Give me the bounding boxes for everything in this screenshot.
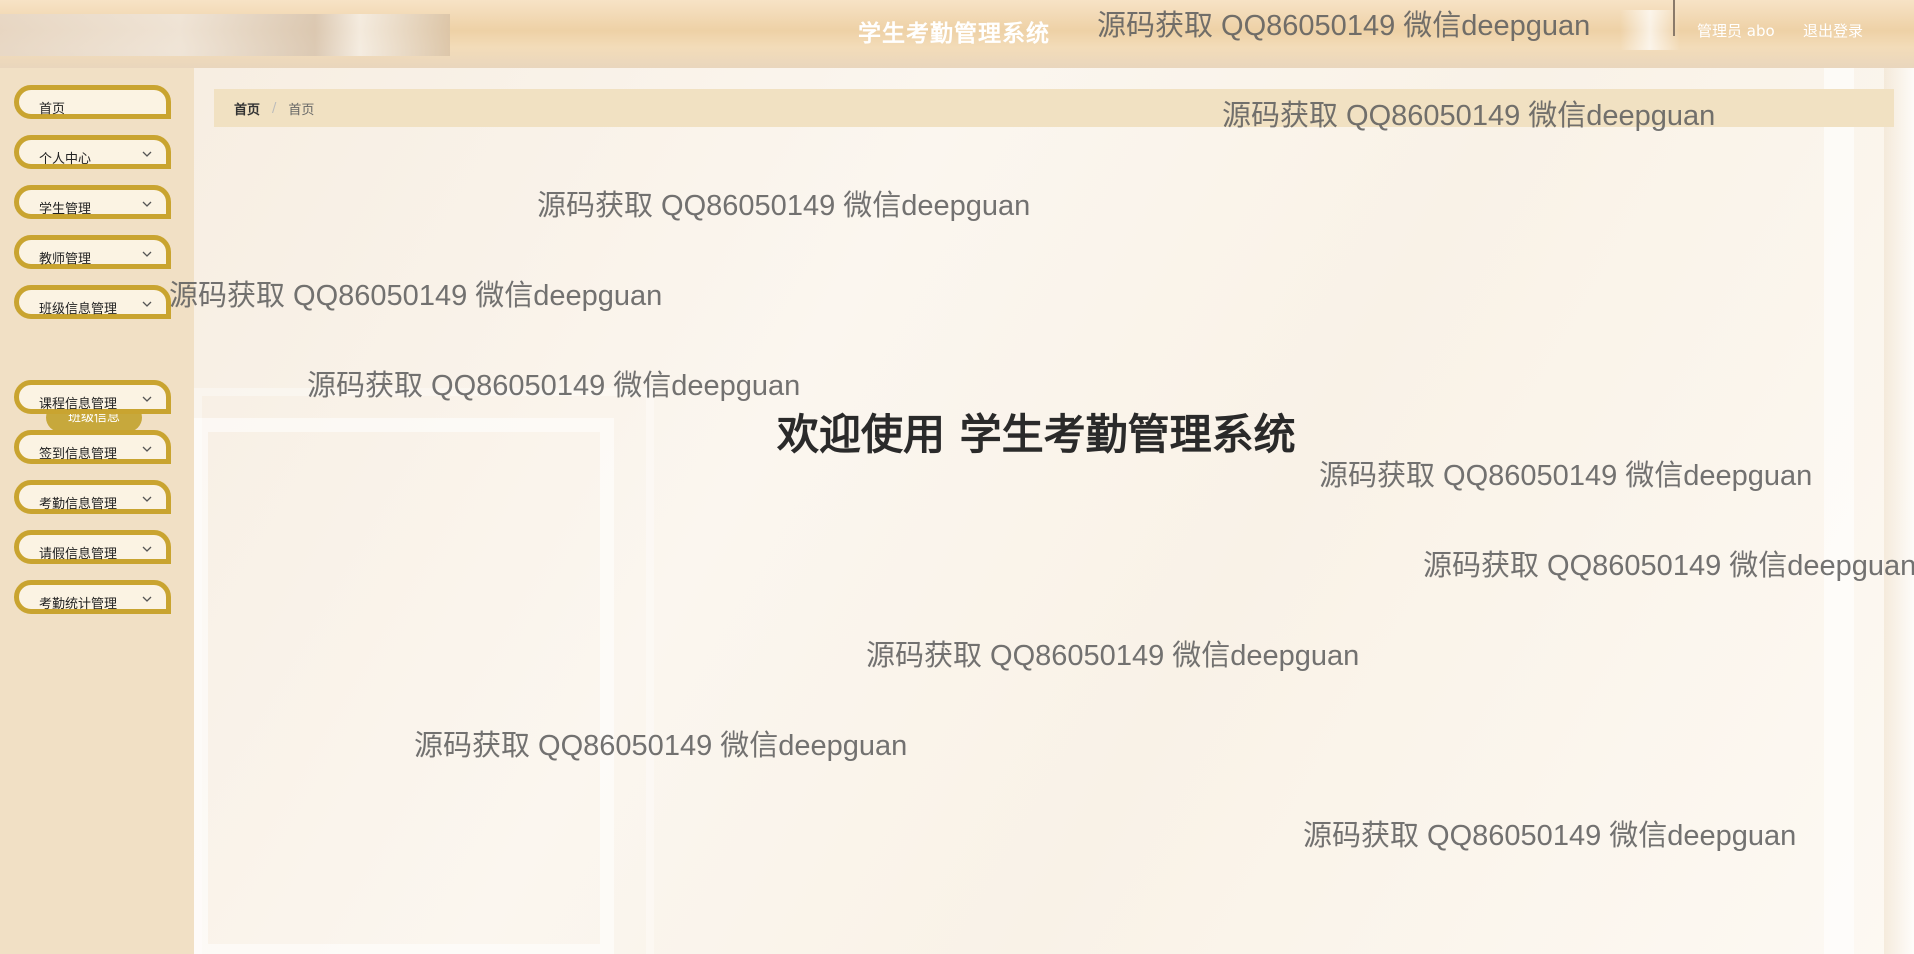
sidebar-item-label: 个人中心 bbox=[39, 152, 92, 167]
chevron-down-icon bbox=[142, 546, 152, 552]
sidebar-item-label: 请假信息管理 bbox=[39, 547, 118, 562]
sidebar-item-label: 签到信息管理 bbox=[39, 447, 118, 462]
sidebar-menu: 首页 个人中心 学生管理 教师管理 班级信息管理 班级信息 课程信息管理 签到信… bbox=[0, 68, 194, 954]
admin-user-label: 管理员 abo bbox=[1697, 22, 1775, 40]
sidebar-item-home[interactable]: 首页 bbox=[14, 85, 171, 119]
sidebar-item-student-management[interactable]: 学生管理 bbox=[14, 185, 171, 219]
breadcrumb-separator: / bbox=[272, 100, 277, 116]
sidebar-item-label: 教师管理 bbox=[39, 252, 92, 267]
chevron-down-icon bbox=[142, 151, 152, 157]
sidebar-item-label: 学生管理 bbox=[39, 202, 92, 217]
chevron-down-icon bbox=[142, 596, 152, 602]
sidebar-item-label: 考勤信息管理 bbox=[39, 497, 118, 512]
sidebar-item-label: 课程信息管理 bbox=[39, 397, 118, 412]
sidebar-item-label: 班级信息管理 bbox=[39, 302, 118, 317]
sidebar-item-course-management[interactable]: 课程信息管理 bbox=[14, 380, 171, 414]
sidebar-item-attendance-management[interactable]: 考勤信息管理 bbox=[14, 480, 171, 514]
sidebar-item-class-management[interactable]: 班级信息管理 bbox=[14, 285, 171, 319]
sidebar-item-teacher-management[interactable]: 教师管理 bbox=[14, 235, 171, 269]
chevron-down-icon bbox=[142, 201, 152, 207]
app-title: 学生考勤管理系统 bbox=[858, 21, 1050, 47]
sidebar-item-label: 考勤统计管理 bbox=[39, 597, 118, 612]
chevron-down-icon bbox=[142, 251, 152, 257]
chevron-down-icon bbox=[142, 496, 152, 502]
sidebar-item-signin-management[interactable]: 签到信息管理 bbox=[14, 430, 171, 464]
header-divider bbox=[1673, 0, 1675, 36]
background-decoration bbox=[194, 418, 614, 954]
logout-link[interactable]: 退出登录 bbox=[1803, 20, 1863, 41]
background-decoration bbox=[1884, 68, 1914, 954]
top-header: 学生考勤管理系统 管理员 abo 退出登录 bbox=[0, 0, 1914, 68]
header-decoration bbox=[1620, 10, 1680, 50]
chevron-down-icon bbox=[142, 301, 152, 307]
sidebar-item-label: 首页 bbox=[39, 102, 66, 117]
sidebar-item-attendance-statistics[interactable]: 考勤统计管理 bbox=[14, 580, 171, 614]
header-decoration bbox=[0, 14, 450, 56]
breadcrumb: 首页 / 首页 bbox=[214, 89, 1894, 127]
sidebar-item-leave-management[interactable]: 请假信息管理 bbox=[14, 530, 171, 564]
chevron-down-icon bbox=[142, 396, 152, 402]
breadcrumb-current: 首页 bbox=[288, 102, 315, 118]
welcome-heading: 欢迎使用 学生考勤管理系统 bbox=[777, 410, 1296, 459]
background-decoration bbox=[1824, 68, 1854, 954]
breadcrumb-home-link[interactable]: 首页 bbox=[234, 99, 260, 118]
chevron-down-icon bbox=[142, 446, 152, 452]
sidebar-item-personal-center[interactable]: 个人中心 bbox=[14, 135, 171, 169]
main-content: 首页 / 首页 欢迎使用 学生考勤管理系统 bbox=[194, 68, 1914, 954]
